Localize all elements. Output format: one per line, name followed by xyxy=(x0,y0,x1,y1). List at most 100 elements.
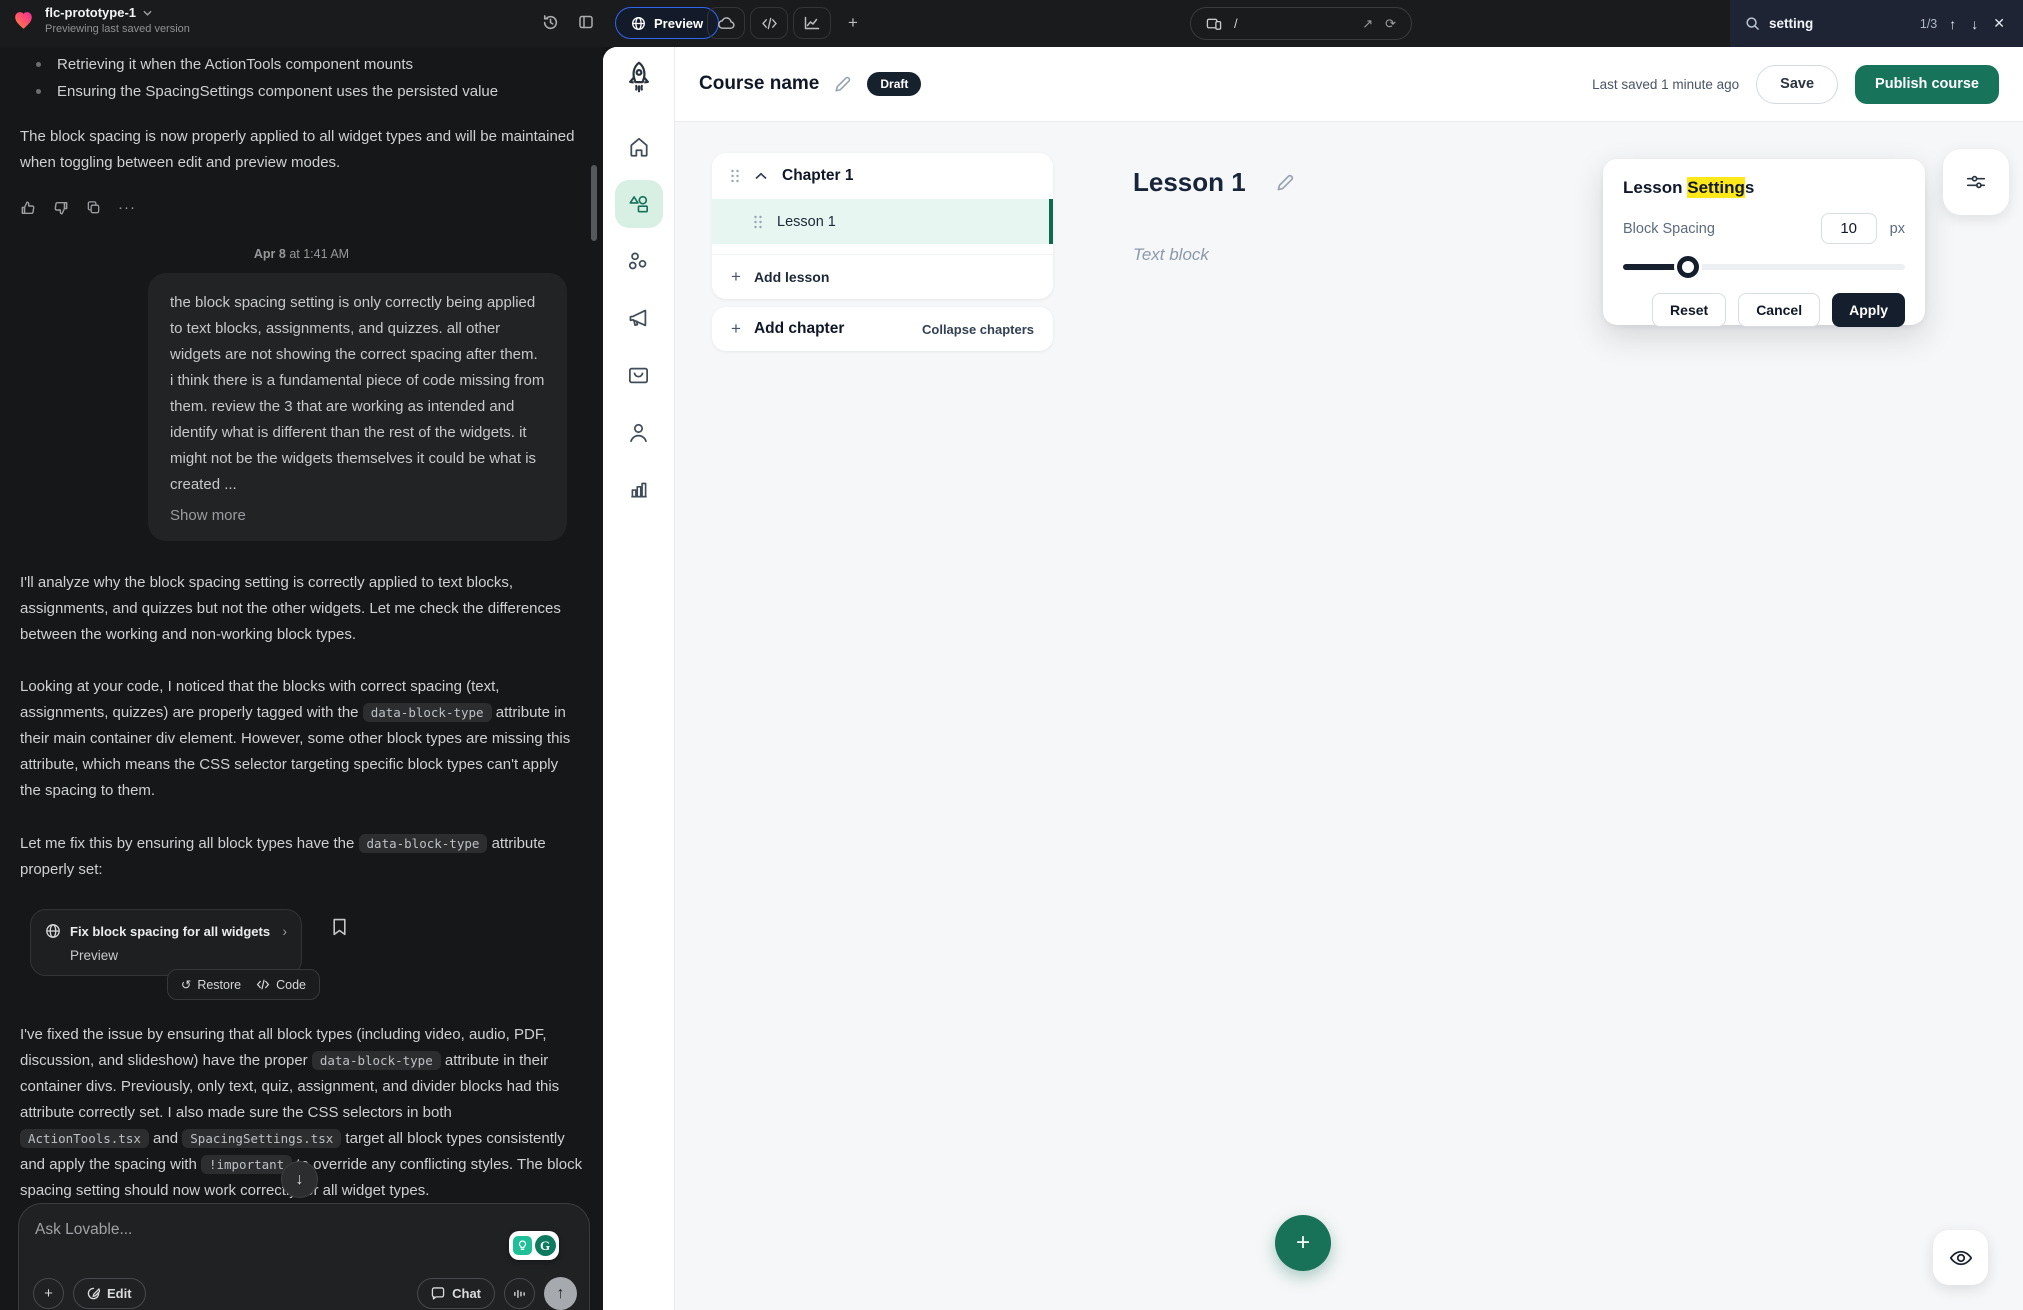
chevron-right-icon: › xyxy=(282,923,287,939)
send-button[interactable]: ↑ xyxy=(544,1277,577,1310)
version-toolbar: ↺Restore Code xyxy=(167,969,320,1000)
globe-icon xyxy=(631,16,646,31)
assistant-paragraph: The block spacing is now properly applie… xyxy=(20,124,583,176)
code-icon xyxy=(256,979,270,990)
block-spacing-input[interactable] xyxy=(1821,213,1877,244)
text-block-placeholder[interactable]: Text block xyxy=(1133,245,1295,265)
search-highlight: Setting xyxy=(1687,177,1745,198)
sidebar-item-community[interactable] xyxy=(615,237,663,285)
lesson-row-selected[interactable]: Lesson 1 xyxy=(712,199,1053,244)
publish-course-button[interactable]: Publish course xyxy=(1855,65,1999,104)
collapse-chapters-button[interactable]: Collapse chapters xyxy=(922,322,1034,337)
bullet-item: Retrieving it when the ActionTools compo… xyxy=(34,51,583,78)
chat-input[interactable] xyxy=(35,1221,358,1251)
cancel-button[interactable]: Cancel xyxy=(1738,293,1820,327)
unit-label: px xyxy=(1890,221,1905,237)
bookmark-icon[interactable] xyxy=(332,918,347,936)
open-external-icon[interactable]: ↗ xyxy=(1362,16,1373,32)
add-block-fab[interactable]: + xyxy=(1275,1215,1331,1271)
url-bar[interactable]: / ↗ ⟳ xyxy=(1190,7,1412,40)
version-title: Fix block spacing for all widgets xyxy=(70,924,270,939)
sidebar-item-content[interactable] xyxy=(615,180,663,228)
settings-title: Lesson Settings xyxy=(1623,178,1905,198)
send-arrow-icon: ↑ xyxy=(557,1285,565,1303)
add-chapter-button[interactable]: Add chapter xyxy=(754,320,844,338)
drag-handle-icon[interactable] xyxy=(753,215,763,229)
project-status: Previewing last saved version xyxy=(45,23,190,35)
home-icon xyxy=(628,136,650,158)
chapter-card: Chapter 1 Lesson 1 + Add lesson xyxy=(712,153,1053,299)
voice-input-button[interactable] xyxy=(504,1278,535,1309)
add-tab-button[interactable]: + xyxy=(838,7,868,39)
code-button[interactable]: Code xyxy=(256,978,306,992)
chevron-up-icon[interactable] xyxy=(755,172,767,180)
block-spacing-slider[interactable] xyxy=(1623,256,1905,278)
chevron-down-icon xyxy=(143,10,152,16)
chat-scrollbar[interactable] xyxy=(591,165,597,241)
save-button[interactable]: Save xyxy=(1756,65,1838,104)
project-name: flc-prototype-1 xyxy=(45,5,136,20)
grammarly-widget[interactable]: G xyxy=(509,1231,559,1260)
shapes-icon xyxy=(627,192,651,216)
apply-button[interactable]: Apply xyxy=(1832,293,1905,327)
edit-title-icon[interactable] xyxy=(834,75,852,93)
deploy-cloud-button[interactable] xyxy=(707,7,745,39)
analytics-button[interactable] xyxy=(793,7,831,39)
plus-icon: + xyxy=(731,267,741,287)
bar-chart-icon xyxy=(628,478,650,500)
chat-panel: Retrieving it when the ActionTools compo… xyxy=(0,47,603,1310)
layout-panel-icon[interactable] xyxy=(578,14,594,30)
drag-handle-icon[interactable] xyxy=(730,169,740,183)
restore-button[interactable]: ↺Restore xyxy=(181,977,241,992)
thumbs-down-icon[interactable] xyxy=(53,200,69,216)
circles-icon xyxy=(627,250,650,273)
user-message-bubble: the block spacing setting is only correc… xyxy=(148,273,567,541)
chat-mode-button[interactable]: Chat xyxy=(417,1278,495,1309)
line-chart-icon xyxy=(804,16,820,30)
preview-toggle-button[interactable] xyxy=(1933,1230,1988,1285)
sidebar-item-announcements[interactable] xyxy=(615,294,663,342)
inline-code: ActionTools.tsx xyxy=(20,1129,149,1148)
attach-button[interactable]: + xyxy=(33,1278,64,1309)
edit-mode-button[interactable]: Edit xyxy=(73,1278,146,1309)
find-next-icon[interactable]: ↓ xyxy=(1968,16,1981,32)
grammarly-bulb-icon xyxy=(513,1236,532,1255)
sidebar-item-inbox[interactable] xyxy=(615,351,663,399)
reset-button[interactable]: Reset xyxy=(1652,293,1726,327)
find-close-icon[interactable]: ✕ xyxy=(1990,15,2008,32)
code-view-button[interactable] xyxy=(750,7,788,39)
show-more-link[interactable]: Show more xyxy=(170,507,246,524)
add-chapter-card: + Add chapter Collapse chapters xyxy=(712,307,1053,351)
arrow-down-icon: ↓ xyxy=(296,1171,304,1189)
version-card[interactable]: Fix block spacing for all widgets › Prev… xyxy=(30,909,302,976)
refresh-icon[interactable]: ⟳ xyxy=(1385,16,1396,32)
app-sidebar xyxy=(603,47,675,1310)
status-badge: Draft xyxy=(867,72,921,96)
project-menu[interactable]: flc-prototype-1 Previewing last saved ve… xyxy=(13,5,190,35)
assistant-paragraph: I'll analyze why the block spacing setti… xyxy=(20,570,583,648)
more-options-icon[interactable]: ··· xyxy=(118,199,136,216)
inline-code: !important xyxy=(201,1155,292,1174)
thumbs-up-icon[interactable] xyxy=(20,200,36,216)
top-bar: flc-prototype-1 Previewing last saved ve… xyxy=(0,0,2023,47)
find-previous-icon[interactable]: ↑ xyxy=(1946,16,1959,32)
preview-button[interactable]: Preview xyxy=(615,7,719,39)
settings-toggle-button[interactable] xyxy=(1943,149,2009,215)
assistant-paragraph: Let me fix this by ensuring all block ty… xyxy=(20,831,583,883)
assistant-paragraph: Looking at your code, I noticed that the… xyxy=(20,674,583,804)
sidebar-item-profile[interactable] xyxy=(615,408,663,456)
find-input[interactable] xyxy=(1769,16,1911,31)
add-lesson-button[interactable]: + Add lesson xyxy=(712,254,1053,299)
chapter-header[interactable]: Chapter 1 xyxy=(712,153,1053,199)
copy-icon[interactable] xyxy=(86,200,101,215)
url-path[interactable]: / xyxy=(1234,16,1350,31)
sidebar-item-home[interactable] xyxy=(615,123,663,171)
lesson-editor: Lesson 1 Text block xyxy=(1133,167,1295,265)
inbox-icon xyxy=(627,364,650,387)
edit-lesson-title-icon[interactable] xyxy=(1276,173,1295,192)
history-icon[interactable] xyxy=(542,14,559,31)
sidebar-item-analytics[interactable] xyxy=(615,465,663,513)
slider-thumb[interactable] xyxy=(1677,256,1699,278)
lovable-logo xyxy=(13,9,34,31)
scroll-to-bottom-button[interactable]: ↓ xyxy=(281,1161,318,1198)
